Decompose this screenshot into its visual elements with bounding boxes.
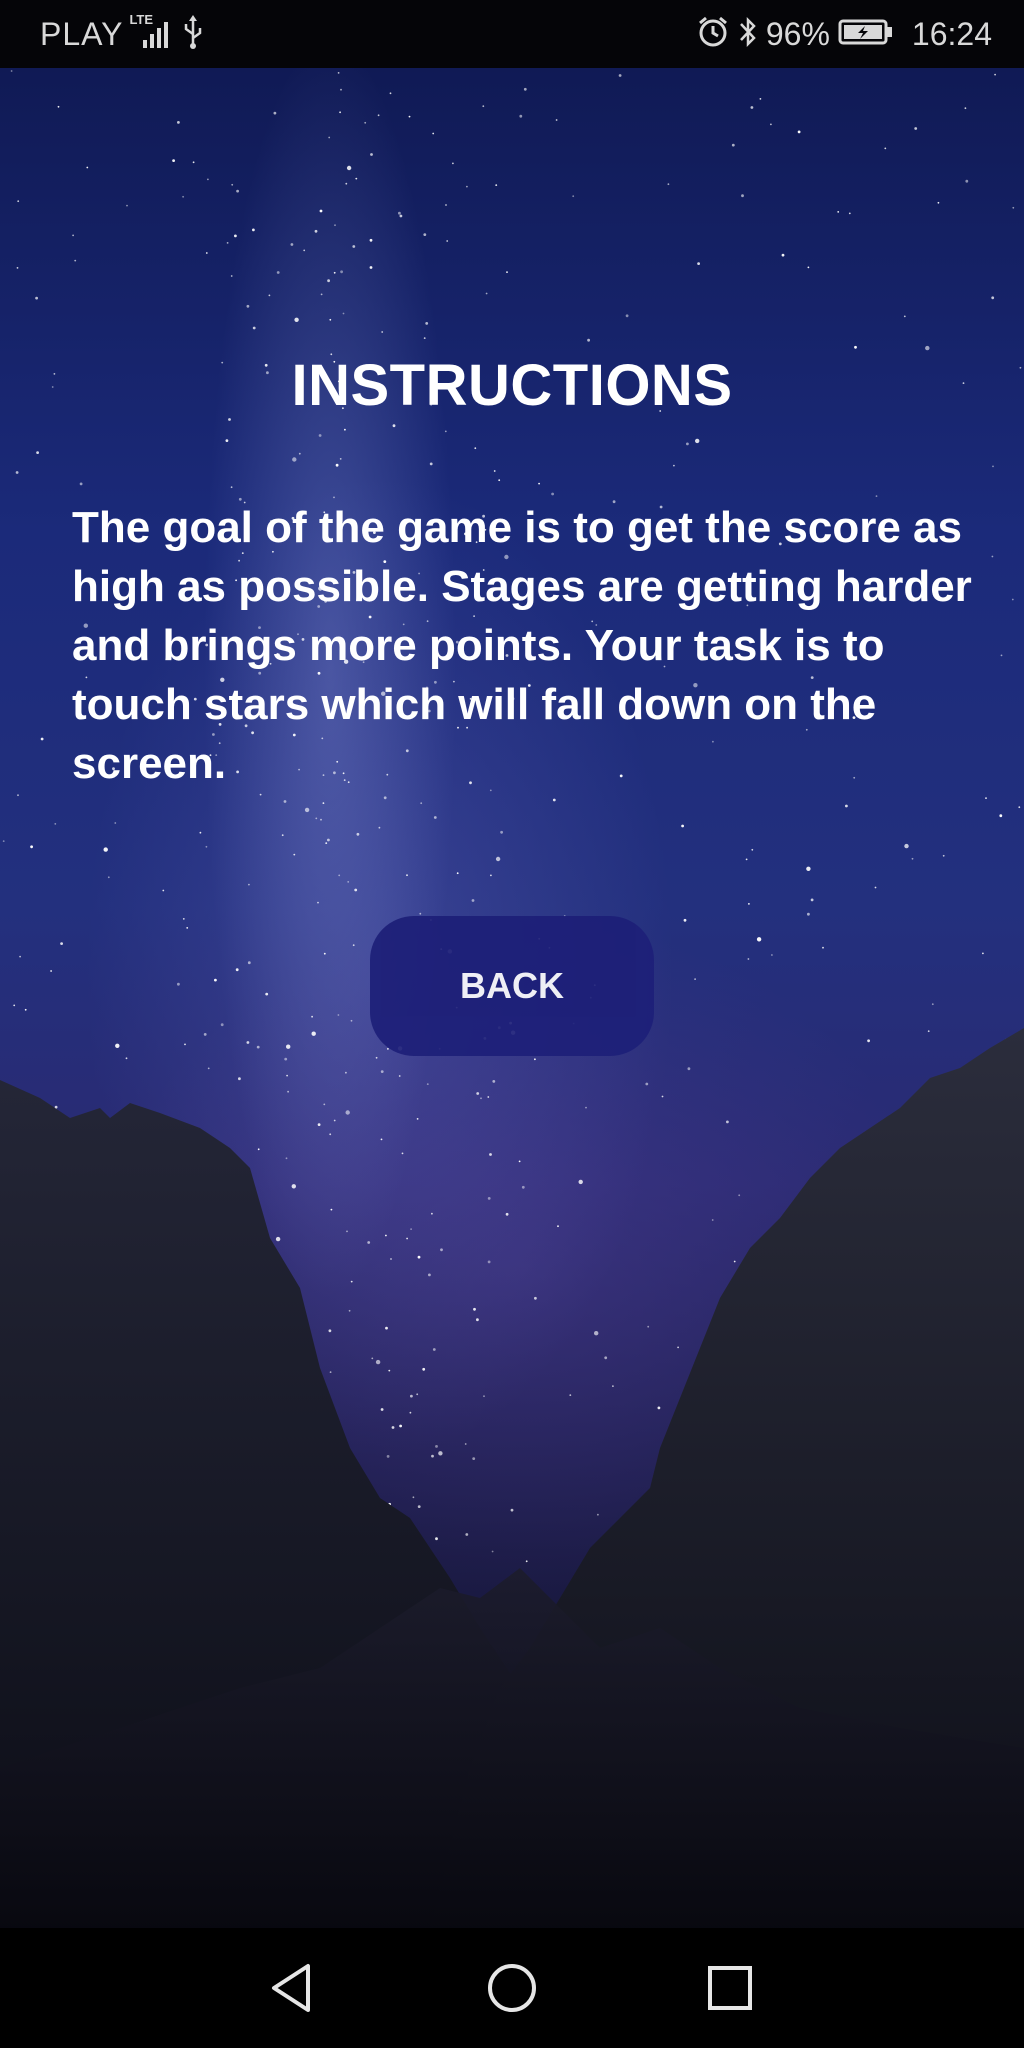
- back-button[interactable]: BACK: [370, 916, 654, 1056]
- battery-charging-icon: [838, 17, 894, 52]
- status-right: 96% 16:24: [696, 0, 992, 68]
- navigation-bar: [0, 1928, 1024, 2048]
- app-screen: PLAY LTE 96% 16:24 INSTRUCTIONS The goal…: [0, 0, 1024, 2048]
- signal-icon: LTE: [129, 12, 175, 54]
- status-bar: PLAY LTE 96% 16:24: [0, 0, 1024, 68]
- usb-icon: [181, 14, 205, 55]
- page-title: INSTRUCTIONS: [291, 353, 733, 418]
- network-type: LTE: [129, 12, 154, 27]
- nav-back-icon[interactable]: [252, 1948, 332, 2028]
- bluetooth-icon: [738, 14, 758, 55]
- alarm-icon: [696, 15, 730, 54]
- instructions-text: The goal of the game is to get the score…: [72, 503, 972, 788]
- clock: 16:24: [911, 15, 992, 52]
- nav-recents-icon[interactable]: [690, 1948, 770, 2028]
- status-left: PLAY LTE: [40, 0, 205, 68]
- nav-home-icon[interactable]: [472, 1948, 552, 2028]
- battery-percent: 96%: [765, 15, 830, 52]
- carrier-name: PLAY: [40, 15, 124, 52]
